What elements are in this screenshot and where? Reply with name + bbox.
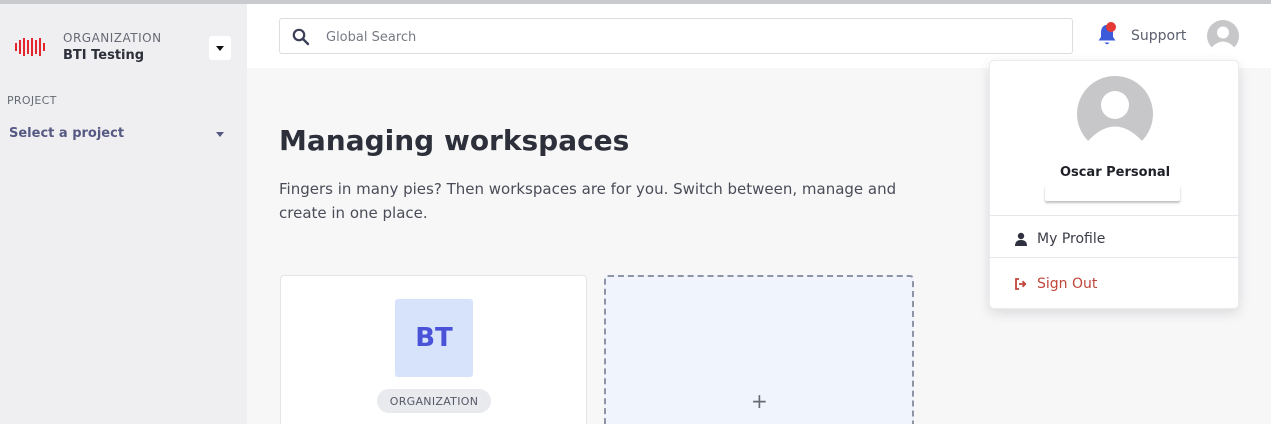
- user-avatar-button[interactable]: [1207, 20, 1239, 52]
- menu-divider: [990, 215, 1240, 216]
- user-display-name: Oscar Personal: [1059, 165, 1171, 180]
- search-input[interactable]: [326, 27, 1046, 47]
- page-title: Managing workspaces: [279, 124, 630, 157]
- company-logo-icon: [15, 38, 45, 56]
- support-link[interactable]: Support: [1131, 28, 1186, 44]
- project-select[interactable]: Select a project: [9, 126, 229, 146]
- sign-out-icon: [1015, 278, 1027, 290]
- notification-badge: [1106, 22, 1116, 32]
- user-menu-dropdown: Oscar Personal My Profile Sign Out: [989, 60, 1240, 309]
- global-search[interactable]: [279, 18, 1073, 54]
- add-workspace-card[interactable]: +: [604, 275, 914, 424]
- project-label: PROJECT: [7, 94, 57, 107]
- caret-down-icon: [216, 45, 224, 51]
- workspace-card-organization[interactable]: BT ORGANIZATION: [280, 275, 587, 424]
- project-select-value: Select a project: [9, 126, 125, 141]
- page-description: Fingers in many pies? Then workspaces ar…: [279, 180, 897, 222]
- menu-item-label: My Profile: [1037, 231, 1106, 247]
- menu-item-label: Sign Out: [1037, 276, 1098, 292]
- menu-item-my-profile[interactable]: My Profile: [1014, 229, 1214, 249]
- chevron-down-icon: [216, 132, 224, 137]
- user-name-underline-field: [1045, 185, 1180, 201]
- organization-dropdown-button[interactable]: [209, 36, 231, 60]
- organization-name: BTI Testing: [63, 48, 145, 63]
- search-icon: [292, 28, 310, 46]
- organization-kicker: ORGANIZATION: [63, 31, 162, 45]
- organization-switcher[interactable]: ORGANIZATION BTI Testing: [15, 26, 235, 70]
- workspace-initials: BT: [395, 299, 473, 377]
- sidebar: ORGANIZATION BTI Testing PROJECT Select …: [0, 4, 247, 424]
- top-header: Support: [247, 4, 1271, 68]
- user-icon: [1015, 232, 1027, 246]
- menu-divider: [990, 257, 1240, 258]
- plus-icon: +: [751, 389, 768, 413]
- menu-item-sign-out[interactable]: Sign Out: [1014, 274, 1214, 294]
- user-avatar-large: [1077, 76, 1153, 152]
- workspace-type-badge: ORGANIZATION: [377, 389, 491, 413]
